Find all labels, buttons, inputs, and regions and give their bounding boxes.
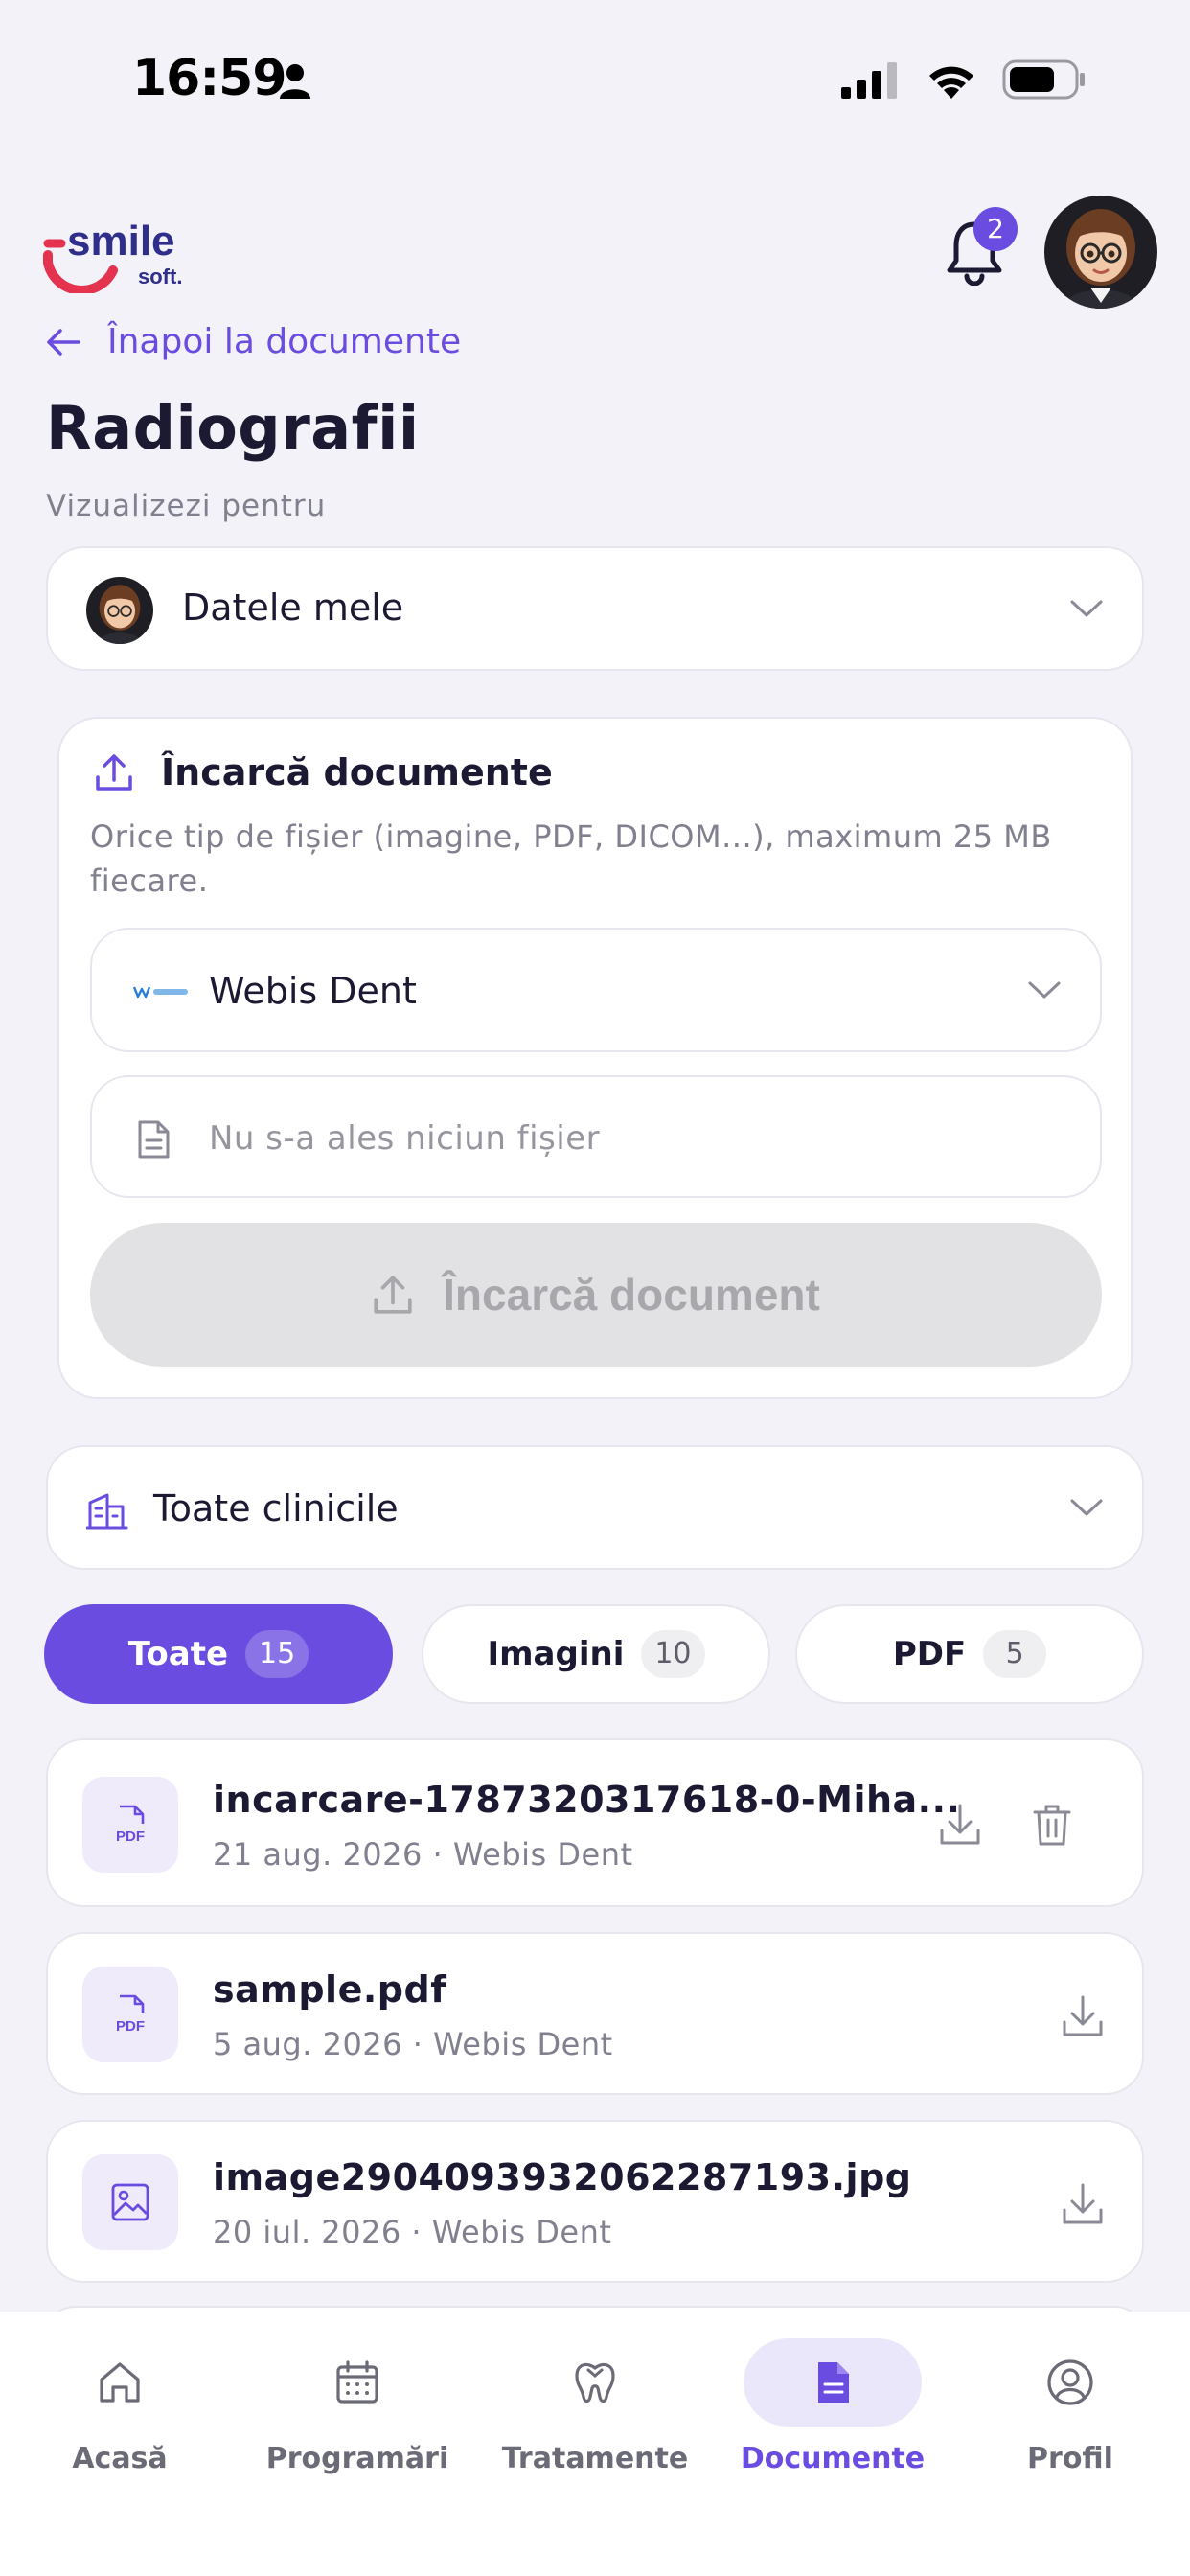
nav-label: Documente	[740, 2442, 926, 2475]
download-icon[interactable]	[937, 1802, 983, 1848]
upload-icon	[374, 1276, 412, 1314]
webis-dent-logo	[132, 986, 188, 999]
file-picker[interactable]: Nu s-a ales niciun fișier	[90, 1075, 1102, 1198]
chevron-down-icon	[1070, 1499, 1103, 1516]
nav-item-treatments[interactable]: Tratamente	[485, 2331, 705, 2484]
back-link-label: Înapoi la documente	[107, 322, 462, 361]
document-meta: 5 aug. 2026 · Webis Dent	[213, 2026, 613, 2062]
patient-avatar	[86, 577, 153, 644]
image-file-icon	[82, 2154, 178, 2250]
upload-clinic-select[interactable]: Webis Dent	[90, 928, 1102, 1052]
file-icon	[138, 1120, 170, 1159]
document-name: image2904093932062287193.jpg	[213, 2156, 912, 2198]
pdf-icon: PDF	[82, 1966, 178, 2062]
nav-label: Profil	[1027, 2442, 1113, 2475]
nav-icon-container	[744, 2338, 922, 2426]
bottom-navigation: Acasă Programări Tratamente Documente Pr…	[0, 2312, 1190, 2576]
person-icon	[280, 64, 310, 99]
file-picker-placeholder: Nu s-a ales niciun fișier	[209, 1119, 601, 1158]
pdf-icon: PDF	[82, 1777, 178, 1873]
logo-subtext: soft.	[138, 264, 182, 288]
arrow-left-icon	[47, 328, 80, 356]
battery-icon	[1002, 59, 1085, 100]
avatar[interactable]	[1044, 196, 1157, 309]
calendar-icon	[336, 2360, 378, 2404]
status-bar: 16:59	[0, 0, 1190, 163]
document-meta: 21 aug. 2026 · Webis Dent	[213, 1836, 633, 1873]
nav-item-appointments[interactable]: Programări	[247, 2331, 468, 2484]
clinics-filter-select[interactable]: Toate clinicile	[46, 1445, 1144, 1570]
document-list-item[interactable]: PDF sample.pdf 5 aug. 2026 · Webis Dent	[46, 1932, 1144, 2095]
notification-badge: 2	[973, 207, 1018, 251]
upload-document-button[interactable]: Încarcă document	[90, 1223, 1102, 1367]
wifi-icon	[929, 66, 973, 99]
building-icon	[86, 1493, 128, 1530]
upload-button-label: Încarcă document	[443, 1270, 820, 1320]
document-name: incarcare-1787320317618-0-Miha...	[213, 1779, 961, 1821]
profile-icon	[1047, 2359, 1093, 2405]
upload-header: Încarcă documente	[94, 751, 553, 794]
logo-wordmark: smile	[67, 218, 175, 264]
chevron-down-icon	[1028, 981, 1061, 999]
smile-soft-logo: smile soft.	[43, 218, 182, 293]
nav-item-profile[interactable]: Profil	[960, 2331, 1180, 2484]
document-meta: 20 iul. 2026 · Webis Dent	[213, 2214, 612, 2250]
tab-images[interactable]: Imagini 10	[422, 1604, 770, 1704]
back-to-documents-link[interactable]: Înapoi la documente	[46, 322, 461, 361]
nav-item-home[interactable]: Acasă	[10, 2331, 230, 2484]
patient-select[interactable]: Datele mele	[46, 546, 1144, 671]
upload-icon	[96, 754, 132, 791]
file-type-label: PDF	[116, 2018, 145, 2035]
document-icon	[818, 2362, 849, 2403]
file-type-label: PDF	[116, 1828, 145, 1845]
tab-label: Imagini	[487, 1635, 625, 1673]
nav-icon-container	[268, 2338, 446, 2426]
avatar-image	[1044, 196, 1157, 309]
nav-icon-container	[506, 2338, 684, 2426]
tab-count-badge: 15	[245, 1630, 309, 1678]
signal-icon	[841, 62, 897, 99]
tab-all[interactable]: Toate 15	[44, 1604, 393, 1704]
nav-label: Acasă	[72, 2442, 168, 2475]
patient-select-value: Datele mele	[182, 586, 404, 629]
page-title: Radiografii	[46, 393, 420, 463]
tooth-icon	[575, 2362, 615, 2404]
document-list-item[interactable]: PDF incarcare-1787320317618-0-Miha... 21…	[46, 1738, 1144, 1907]
document-name: sample.pdf	[213, 1968, 447, 2011]
status-time: 16:59	[132, 50, 287, 107]
nav-label: Tratamente	[501, 2442, 689, 2475]
nav-icon-container	[31, 2338, 209, 2426]
upload-card: Încarcă documente Orice tip de fișier (i…	[57, 717, 1133, 1399]
nav-item-documents[interactable]: Documente	[722, 2331, 943, 2484]
tab-label: Toate	[127, 1635, 229, 1673]
tab-label: PDF	[892, 1635, 967, 1673]
document-list-item[interactable]: image2904093932062287193.jpg 20 iul. 202…	[46, 2120, 1144, 2283]
upload-title: Încarcă documente	[161, 751, 553, 794]
download-icon[interactable]	[1060, 1993, 1106, 2039]
tab-pdf[interactable]: PDF 5	[795, 1604, 1144, 1704]
download-icon[interactable]	[1060, 2181, 1106, 2227]
nav-label: Programări	[265, 2442, 449, 2475]
tab-count-badge: 10	[641, 1630, 705, 1678]
upload-clinic-value: Webis Dent	[209, 970, 417, 1012]
status-indicators	[841, 59, 1087, 100]
clinics-filter-value: Toate clinicile	[153, 1487, 399, 1530]
upload-description: Orice tip de fișier (imagine, PDF, DICOM…	[90, 818, 1052, 899]
chevron-down-icon	[1070, 600, 1103, 617]
tab-count-badge: 5	[983, 1630, 1047, 1678]
page-subtitle: Vizualizezi pentru	[46, 489, 327, 523]
trash-icon[interactable]	[1029, 1802, 1075, 1848]
nav-icon-container	[981, 2338, 1159, 2426]
home-icon	[100, 2362, 140, 2403]
